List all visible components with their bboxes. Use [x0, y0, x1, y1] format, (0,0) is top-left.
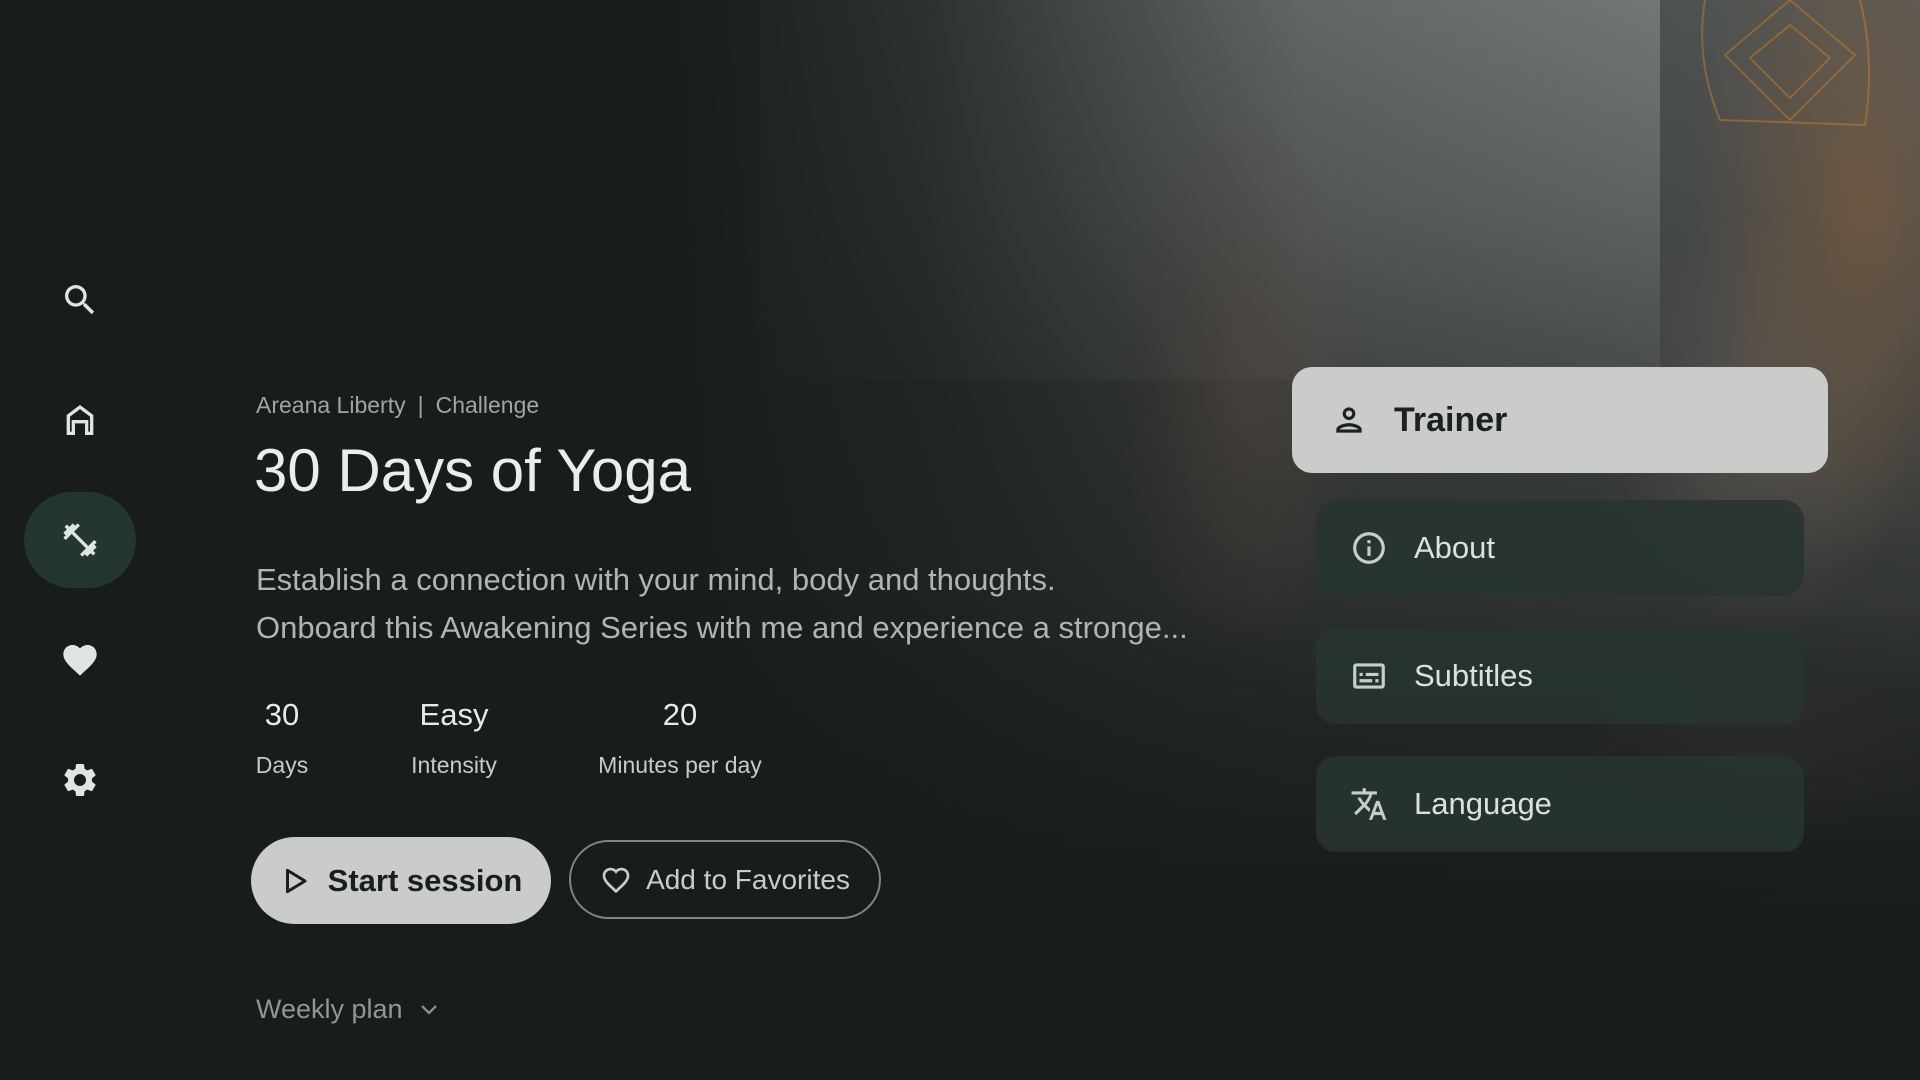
start-session-button[interactable]: Start session [251, 837, 551, 924]
program-category: Challenge [435, 392, 540, 418]
weekly-plan-toggle[interactable]: Weekly plan [256, 994, 441, 1025]
weekly-plan-label: Weekly plan [256, 994, 403, 1024]
page-title: 30 Days of Yoga [254, 437, 692, 504]
stat-label: Intensity [411, 752, 497, 778]
stat-label: Minutes per day [598, 752, 762, 778]
home-icon [66, 405, 94, 435]
heart-icon [63, 645, 97, 676]
trainer-name: Areana Liberty [256, 392, 406, 418]
program-meta: Areana Liberty | Challenge [256, 392, 539, 419]
nav-item-search[interactable] [24, 252, 136, 348]
stat-label: Days [255, 752, 309, 778]
description-line-2: Onboard this Awakening Series with me an… [256, 610, 1188, 645]
stat-value: Easy [419, 697, 489, 732]
fitness-icon [63, 523, 97, 557]
nav-item-workouts[interactable] [24, 492, 136, 588]
stat-days: 30 Days [248, 694, 316, 779]
search-icon [65, 285, 95, 315]
heart-outline-icon [602, 867, 630, 893]
stat-minutes: 20 Minutes per day [590, 694, 770, 779]
description-line-1: Establish a connection with your mind, b… [256, 562, 1056, 597]
program-description: Establish a connection with your mind, b… [256, 556, 1256, 652]
menu-item-subtitles[interactable]: Subtitles [1316, 628, 1804, 724]
translate-icon [1351, 788, 1387, 820]
add-to-favorites-button[interactable]: Add to Favorites [569, 840, 881, 919]
nav-item-settings[interactable] [24, 732, 136, 828]
menu-item-label: Language [1414, 786, 1552, 821]
menu-item-label: Trainer [1394, 400, 1508, 439]
menu-item-label: About [1414, 530, 1496, 565]
nav-item-favorites[interactable] [24, 612, 136, 708]
add-to-favorites-label: Add to Favorites [646, 863, 850, 895]
chevron-down-icon [420, 1004, 437, 1015]
gear-icon [64, 764, 96, 796]
play-icon [285, 868, 307, 893]
menu-item-label: Subtitles [1414, 658, 1533, 693]
start-session-label: Start session [327, 862, 523, 898]
stat-value: 20 [662, 697, 698, 732]
subtitles-icon [1353, 663, 1385, 689]
stat-value: 30 [264, 697, 300, 732]
menu-item-about[interactable]: About [1316, 500, 1804, 596]
person-icon [1336, 407, 1362, 433]
nav-item-home[interactable] [24, 372, 136, 468]
info-icon [1353, 532, 1385, 564]
menu-item-language[interactable]: Language [1316, 756, 1804, 852]
menu-item-trainer[interactable]: Trainer [1292, 367, 1828, 473]
stat-intensity: Easy Intensity [396, 694, 512, 779]
meta-separator: | [417, 392, 424, 418]
